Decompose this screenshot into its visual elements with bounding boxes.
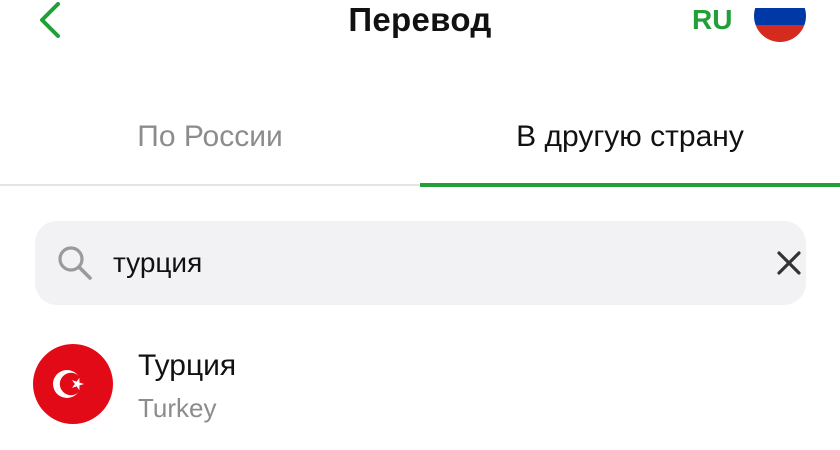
tab-russia[interactable]: По России	[0, 92, 420, 182]
close-icon[interactable]	[775, 249, 803, 277]
header: Перевод RU	[0, 0, 840, 52]
tab-abroad[interactable]: В другую страну	[420, 92, 840, 182]
list-item[interactable]: Турция Turkey	[0, 330, 840, 440]
language-code[interactable]: RU	[692, 2, 732, 38]
search-input[interactable]	[113, 241, 713, 285]
active-tab-indicator	[420, 183, 840, 187]
country-name: Турция	[138, 349, 237, 382]
tab-bar: По России В другую страну	[0, 92, 840, 187]
search-icon	[55, 243, 95, 283]
country-name-english: Turkey	[138, 393, 217, 423]
search-bar	[35, 221, 806, 305]
turkey-flag-icon	[33, 344, 113, 424]
